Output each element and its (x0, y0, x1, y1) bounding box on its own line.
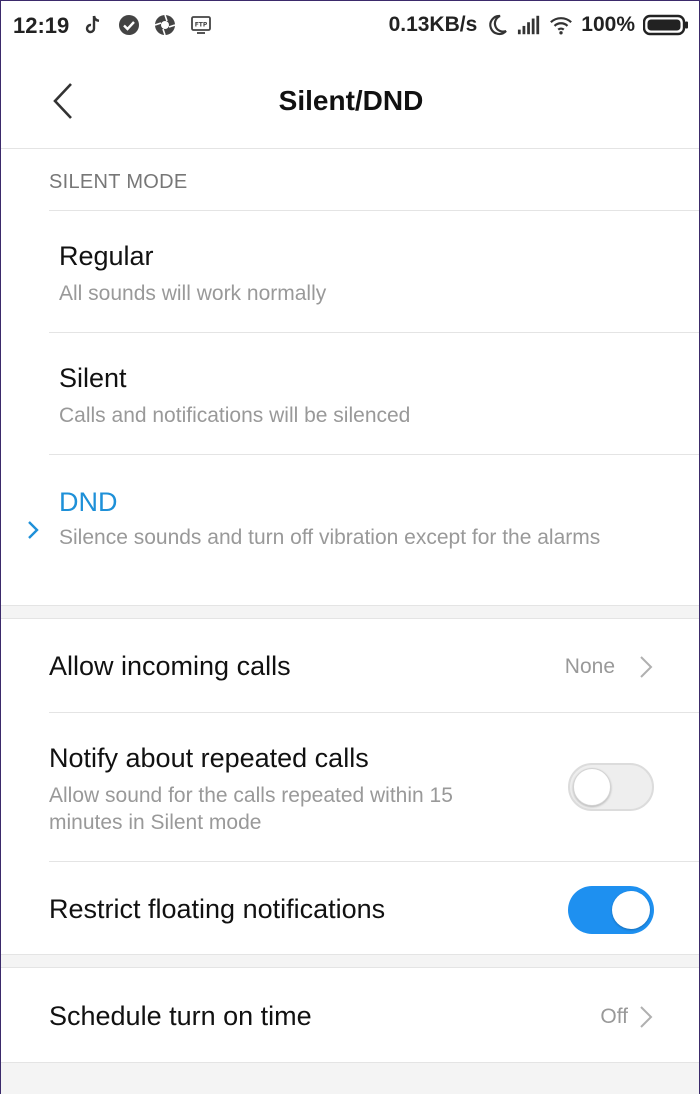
setting-title: Schedule turn on time (49, 1001, 312, 1031)
section-gap (1, 605, 699, 619)
repeated-calls-row: Notify about repeated calls Allow sound … (1, 713, 699, 861)
setting-desc: Allow sound for the calls repeated withi… (49, 784, 453, 834)
chevron-right-icon (640, 656, 653, 678)
moon-icon (485, 13, 509, 37)
battery-percent: 100% (581, 13, 635, 36)
wifi-icon (549, 13, 573, 37)
screen: 12:19 FTP 0.13KB/s 100% Silent/DND SILEN… (0, 0, 700, 1094)
net-speed: 0.13KB/s (388, 13, 478, 36)
mode-option-regular[interactable]: Regular All sounds will work normally (1, 211, 699, 333)
aperture-icon (153, 13, 177, 37)
svg-text:FTP: FTP (195, 22, 208, 29)
allow-incoming-calls-row[interactable]: Allow incoming calls None (1, 619, 699, 712)
status-notification-icons: FTP (81, 13, 213, 37)
battery-icon (643, 13, 689, 37)
status-time: 12:19 (13, 13, 70, 38)
schedule-turn-on-row[interactable]: Schedule turn on time Off (1, 968, 699, 1062)
signal-icon (517, 13, 541, 37)
restrict-floating-toggle[interactable] (568, 886, 654, 934)
chevron-right-icon (640, 1006, 653, 1028)
status-bar: 12:19 FTP 0.13KB/s 100% (1, 1, 699, 53)
setting-title: Notify about repeated calls (49, 743, 369, 773)
toggle-knob (573, 768, 611, 806)
setting-value: Off (600, 1005, 628, 1028)
toggle-knob (612, 891, 650, 929)
mode-option-title: DND (59, 487, 118, 517)
repeated-calls-toggle[interactable] (568, 763, 654, 811)
bottom-band (1, 1062, 699, 1094)
setting-title: Allow incoming calls (49, 651, 291, 681)
selected-chevron-icon (28, 521, 39, 539)
restrict-floating-row: Restrict floating notifications (1, 862, 699, 954)
mode-option-silent[interactable]: Silent Calls and notifications will be s… (1, 333, 699, 455)
mode-option-title: Silent (59, 363, 127, 393)
ftp-icon: FTP (189, 13, 213, 37)
status-right: 0.13KB/s 100% (389, 13, 689, 37)
mode-option-desc: Silence sounds and turn off vibration ex… (59, 526, 601, 549)
mode-option-title: Regular (59, 241, 154, 271)
check-circle-icon (117, 13, 141, 37)
section-label-silent-mode: SILENT MODE (49, 171, 188, 193)
mode-option-dnd[interactable]: DND Silence sounds and turn off vibratio… (1, 455, 699, 605)
section-gap (1, 954, 699, 968)
mode-option-desc: All sounds will work normally (59, 282, 327, 305)
app-header: Silent/DND (1, 53, 699, 149)
setting-title: Restrict floating notifications (49, 894, 386, 924)
page-title: Silent/DND (278, 85, 424, 116)
tiktok-icon (81, 13, 105, 37)
setting-value: None (564, 655, 615, 678)
mode-option-desc: Calls and notifications will be silenced (59, 404, 411, 427)
